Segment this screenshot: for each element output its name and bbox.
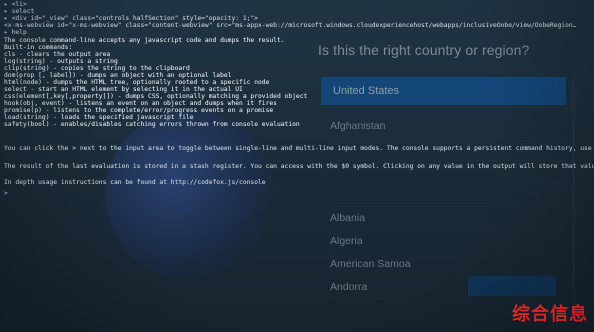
console-dom-line: ▸ help xyxy=(4,29,27,36)
region-continue-button[interactable] xyxy=(468,276,556,296)
screen: Is this the right country or region? Uni… xyxy=(0,0,594,332)
console-dom-text: <x-ms-webview id="x-ms-webview" class="c… xyxy=(4,22,577,29)
developer-console: ▸ <li> ▸ select ▸ <div id="_view" class=… xyxy=(0,0,594,200)
console-dom-text: <li> xyxy=(11,1,27,8)
console-caret-icon: ▸ xyxy=(4,15,8,22)
console-dom-text: select xyxy=(11,8,35,15)
console-caret-icon: ▸ xyxy=(4,29,8,36)
console-dom-line: <x-ms-webview id="x-ms-webview" class="c… xyxy=(4,22,576,29)
console-prompt-caret[interactable]: > xyxy=(4,190,8,197)
console-help-line: safety(bool) - enables/disables catching… xyxy=(4,121,300,128)
watermark-logo: 综合信息 xyxy=(512,300,588,326)
region-list-item[interactable]: American Samoa xyxy=(330,253,565,276)
console-paragraph: You can click the > next to the input ar… xyxy=(4,145,594,152)
console-dom-text: <div id="_view" class="controls halfSect… xyxy=(11,15,259,22)
region-list-item[interactable]: Albania xyxy=(330,207,565,230)
console-paragraph: The result of the last evaluation is sto… xyxy=(4,163,594,170)
console-dom-text: help xyxy=(11,29,27,36)
region-list-item[interactable]: Algeria xyxy=(330,230,565,253)
console-paragraph: In depth usage instructions can be found… xyxy=(4,179,266,186)
console-input-prompt[interactable]: > xyxy=(4,190,8,197)
console-caret-icon: ▸ xyxy=(4,8,8,15)
watermark-text: 综合信息 xyxy=(512,304,588,325)
console-caret-icon: ▸ xyxy=(4,1,8,8)
